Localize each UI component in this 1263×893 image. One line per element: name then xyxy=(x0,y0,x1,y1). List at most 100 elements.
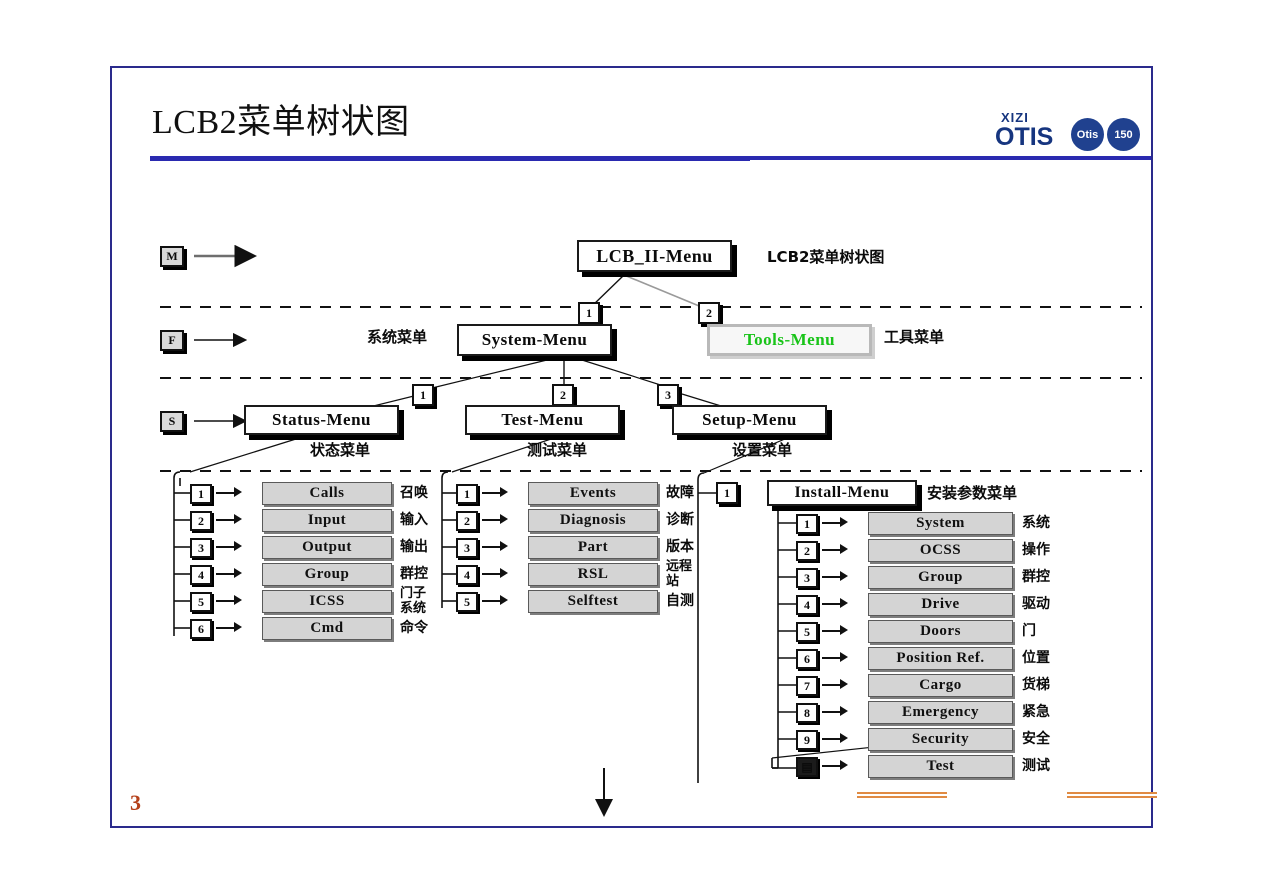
branch-chip-setup[interactable]: 3 xyxy=(657,384,679,406)
install-chip-10[interactable]: ▤ xyxy=(796,757,818,777)
install-item-position-ref[interactable]: Position Ref. xyxy=(868,647,1013,670)
install-item-security[interactable]: Security xyxy=(868,728,1013,751)
node-install-menu[interactable]: Install-Menu xyxy=(767,480,917,506)
install-chip-7[interactable]: 7 xyxy=(796,676,818,696)
key-chip-f[interactable]: F xyxy=(160,330,184,351)
install-item-emergency[interactable]: Emergency xyxy=(868,701,1013,724)
status-arrowhead-icon-5 xyxy=(234,595,242,605)
install-arrowhead-icon-2 xyxy=(840,544,848,554)
test-chip-4[interactable]: 4 xyxy=(456,565,478,585)
test-chip-1[interactable]: 1 xyxy=(456,484,478,504)
install-arrowhead-icon-3 xyxy=(840,571,848,581)
status-item-cn-label-6: 命令 xyxy=(400,620,428,636)
test-item-part[interactable]: Part xyxy=(528,536,658,559)
node-system-menu[interactable]: System-Menu xyxy=(457,324,612,356)
status-arrowhead-icon-4 xyxy=(234,568,242,578)
node-status-menu[interactable]: Status-Menu xyxy=(244,405,399,435)
node-test-menu[interactable]: Test-Menu xyxy=(465,405,620,435)
branch-chip-test[interactable]: 2 xyxy=(552,384,574,406)
tools-menu-cn-label: 工具菜单 xyxy=(884,328,945,346)
status-chip-6[interactable]: 6 xyxy=(190,619,212,639)
branch-chip-status[interactable]: 1 xyxy=(412,384,434,406)
install-chip-9[interactable]: 9 xyxy=(796,730,818,750)
test-arrowhead-icon-1 xyxy=(500,487,508,497)
install-chip-1[interactable]: 1 xyxy=(796,514,818,534)
install-item-cargo[interactable]: Cargo xyxy=(868,674,1013,697)
status-arrow-icon-4 xyxy=(216,573,236,575)
test-item-diagnosis[interactable]: Diagnosis xyxy=(528,509,658,532)
status-arrow-icon-5 xyxy=(216,600,236,602)
status-menu-cn-label: 状态菜单 xyxy=(310,441,371,459)
status-chip-3[interactable]: 3 xyxy=(190,538,212,558)
install-item-ocss[interactable]: OCSS xyxy=(868,539,1013,562)
install-item-cn-label-3: 群控 xyxy=(1022,569,1050,585)
test-menu-cn-label: 测试菜单 xyxy=(527,441,588,459)
branch-chip-2[interactable]: 2 xyxy=(698,302,720,324)
install-item-cn-label-9: 安全 xyxy=(1022,731,1050,747)
slide: LCB2菜单树状图 XIZI OTIS Otis 150 M F S LCB_I… xyxy=(110,66,1157,828)
install-arrowhead-icon-10 xyxy=(840,760,848,770)
test-arrowhead-icon-3 xyxy=(500,541,508,551)
install-arrowhead-icon-7 xyxy=(840,679,848,689)
install-item-cn-label-5: 门 xyxy=(1022,623,1036,639)
install-arrow-icon-4 xyxy=(822,603,842,605)
install-chip-3[interactable]: 3 xyxy=(796,568,818,588)
install-chip-2[interactable]: 2 xyxy=(796,541,818,561)
status-item-group[interactable]: Group xyxy=(262,563,392,586)
install-item-system[interactable]: System xyxy=(868,512,1013,535)
branch-chip-install[interactable]: 1 xyxy=(716,482,738,504)
test-chip-2[interactable]: 2 xyxy=(456,511,478,531)
install-item-cn-label-6: 位置 xyxy=(1022,650,1050,666)
status-arrow-icon-2 xyxy=(216,519,236,521)
system-menu-cn-label: 系统菜单 xyxy=(367,328,428,346)
status-item-input[interactable]: Input xyxy=(262,509,392,532)
key-chip-m[interactable]: M xyxy=(160,246,184,267)
node-lcb2-root[interactable]: LCB_II-Menu xyxy=(577,240,732,272)
status-arrowhead-icon-3 xyxy=(234,541,242,551)
test-arrow-icon-1 xyxy=(482,492,502,494)
status-item-cn-label-3: 输出 xyxy=(400,539,428,555)
install-item-doors[interactable]: Doors xyxy=(868,620,1013,643)
install-item-cn-label-7: 货梯 xyxy=(1022,677,1050,693)
install-menu-cn-label: 安装参数菜单 xyxy=(927,484,1018,502)
install-chip-8[interactable]: 8 xyxy=(796,703,818,723)
install-arrow-icon-9 xyxy=(822,738,842,740)
test-item-rsl[interactable]: RSL xyxy=(528,563,658,586)
install-chip-5[interactable]: 5 xyxy=(796,622,818,642)
install-chip-6[interactable]: 6 xyxy=(796,649,818,669)
install-arrow-icon-3 xyxy=(822,576,842,578)
install-arrowhead-icon-9 xyxy=(840,733,848,743)
branch-chip-1[interactable]: 1 xyxy=(578,302,600,324)
test-chip-3[interactable]: 3 xyxy=(456,538,478,558)
status-item-output[interactable]: Output xyxy=(262,536,392,559)
install-arrowhead-icon-8 xyxy=(840,706,848,716)
node-tools-menu[interactable]: Tools-Menu xyxy=(707,324,872,356)
status-item-icss[interactable]: ICSS xyxy=(262,590,392,613)
install-item-drive[interactable]: Drive xyxy=(868,593,1013,616)
status-chip-5[interactable]: 5 xyxy=(190,592,212,612)
test-arrow-icon-5 xyxy=(482,600,502,602)
status-chip-2[interactable]: 2 xyxy=(190,511,212,531)
install-item-test[interactable]: Test xyxy=(868,755,1013,778)
status-arrow-icon-6 xyxy=(216,627,236,629)
key-chip-s[interactable]: S xyxy=(160,411,184,432)
install-arrowhead-icon-5 xyxy=(840,625,848,635)
menu-tree-diagram: M F S LCB_II-Menu LCB2菜单树状图 1 2 系统菜单 Sys… xyxy=(112,68,1151,826)
status-arrow-icon-3 xyxy=(216,546,236,548)
node-setup-menu[interactable]: Setup-Menu xyxy=(672,405,827,435)
install-item-group[interactable]: Group xyxy=(868,566,1013,589)
test-item-selftest[interactable]: Selftest xyxy=(528,590,658,613)
status-item-cmd[interactable]: Cmd xyxy=(262,617,392,640)
status-arrowhead-icon-2 xyxy=(234,514,242,524)
install-chip-4[interactable]: 4 xyxy=(796,595,818,615)
install-arrowhead-icon-1 xyxy=(840,517,848,527)
test-item-cn-label-2: 诊断 xyxy=(666,512,694,528)
test-chip-5[interactable]: 5 xyxy=(456,592,478,612)
status-chip-4[interactable]: 4 xyxy=(190,565,212,585)
install-item-cn-label-8: 紧急 xyxy=(1022,704,1050,720)
status-item-calls[interactable]: Calls xyxy=(262,482,392,505)
install-arrow-icon-6 xyxy=(822,657,842,659)
test-arrow-icon-2 xyxy=(482,519,502,521)
test-item-events[interactable]: Events xyxy=(528,482,658,505)
status-chip-1[interactable]: 1 xyxy=(190,484,212,504)
